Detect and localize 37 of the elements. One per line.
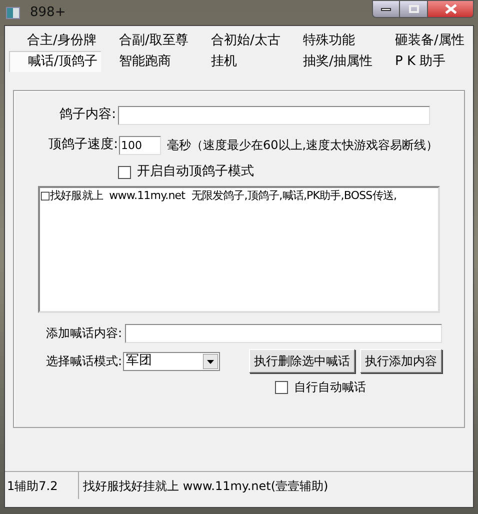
caret-icon	[203, 354, 218, 368]
tab[interactable]: P K 助手	[377, 51, 469, 72]
tab[interactable]: 智能跑商	[101, 51, 193, 72]
app-icon	[6, 6, 20, 18]
input-field[interactable]	[124, 324, 442, 342]
input-field[interactable]	[118, 106, 430, 124]
field-label: 选择喊话模式:	[45, 353, 122, 370]
minimize-button[interactable]	[372, 0, 400, 18]
field-label: 鸽子内容:	[58, 106, 116, 124]
field-label: 顶鸽子速度:	[48, 136, 118, 154]
tab[interactable]: 合初始/太古	[193, 30, 285, 51]
tab[interactable]: 合主/身份牌	[9, 30, 101, 51]
checkbox[interactable]	[118, 166, 131, 178]
speed-note: 毫秒（速度最少在60以上,速度太快游戏容易断线）	[167, 137, 438, 154]
list-item[interactable]: □找好服就上 www.11my.net 无限发鸽子,顶鸽子,喊话,PK助手,BOSS传送,	[40, 188, 397, 204]
dropdown-value: 军团	[125, 352, 152, 370]
maximize-button[interactable]	[400, 0, 427, 18]
close-icon	[444, 4, 456, 14]
message-list[interactable]: □找好服就上 www.11my.net 无限发鸽子,顶鸽子,喊话,PK助手,BOSS传送,	[38, 186, 440, 313]
input-field[interactable]: 100	[119, 136, 161, 154]
tab[interactable]: 喊话/顶鸽子	[9, 51, 101, 72]
field-label: 添加喊话内容:	[45, 325, 124, 342]
close-button[interactable]	[427, 0, 474, 18]
tab[interactable]: 挂机	[193, 51, 285, 72]
checkbox[interactable]	[275, 380, 288, 394]
status-pane: 1辅助7.2	[5, 472, 79, 499]
checkbox-label: 开启自动顶鸽子模式	[137, 163, 254, 182]
mode-dropdown[interactable]: 军团	[123, 352, 220, 370]
status-pane: 找好服找好挂就上 www.11my.net(壹壹辅助)	[82, 478, 330, 494]
tab[interactable]: 抽奖/抽属性	[285, 51, 377, 72]
tab[interactable]: 特殊功能	[285, 30, 377, 51]
action-button[interactable]: 执行添加内容	[360, 349, 442, 373]
tab[interactable]: 合副/取至尊	[101, 30, 193, 51]
checkbox-label: 自行自动喊话	[294, 379, 366, 396]
window-title: 898+	[30, 4, 66, 22]
tab[interactable]: 砸装备/属性	[377, 30, 469, 51]
action-button[interactable]: 执行删除选中喊话	[249, 349, 355, 373]
